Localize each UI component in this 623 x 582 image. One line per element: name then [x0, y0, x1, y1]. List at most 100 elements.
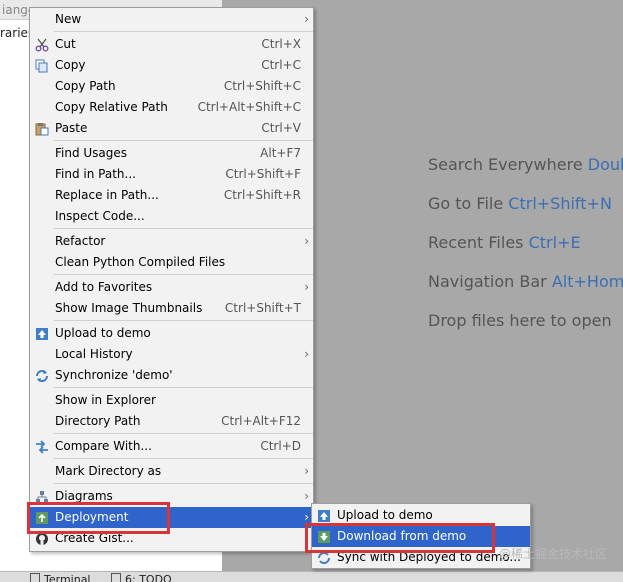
menu-item-shortcut: Ctrl+V: [261, 121, 301, 135]
hint-key: Ctrl+E: [528, 233, 581, 252]
menu-item-diagrams[interactable]: Diagrams ›: [30, 486, 313, 507]
menu-item-label: Cut: [55, 37, 76, 51]
chevron-right-icon: ›: [304, 489, 309, 503]
context-menu: New › Cut Ctrl+X Copy Ctrl+C Copy Path C…: [29, 7, 314, 552]
menu-item-new[interactable]: New ›: [30, 9, 313, 30]
menu-separator: [54, 433, 313, 434]
menu-separator: [54, 320, 313, 321]
menu-separator: [54, 228, 313, 229]
menu-item-label: Show in Explorer: [55, 393, 156, 407]
menu-separator: [54, 387, 313, 388]
hint-text: Search Everywhere: [428, 155, 583, 174]
menu-item-mark-directory-as[interactable]: Mark Directory as ›: [30, 461, 313, 482]
submenu-item-sync[interactable]: Sync with Deployed to demo...: [312, 547, 530, 568]
upload-icon: [36, 328, 48, 340]
menu-item-label: Upload to demo: [337, 508, 433, 522]
menu-item-directory-path[interactable]: Directory Path Ctrl+Alt+F12: [30, 411, 313, 432]
chevron-right-icon: ›: [304, 280, 309, 294]
menu-item-shortcut: Ctrl+C: [261, 58, 301, 72]
menu-item-shortcut: Ctrl+Shift+C: [223, 79, 301, 93]
terminal-tab[interactable]: Terminal: [30, 573, 91, 582]
menu-item-find-in-path[interactable]: Find in Path... Ctrl+Shift+F: [30, 164, 313, 185]
upload-icon: [318, 510, 330, 522]
submenu-item-upload[interactable]: Upload to demo: [312, 505, 530, 526]
menu-item-shortcut: Ctrl+Shift+F: [225, 167, 301, 181]
copy-icon: [35, 59, 48, 73]
chevron-right-icon: ›: [304, 347, 309, 361]
menu-item-synchronize[interactable]: Synchronize 'demo': [30, 365, 313, 386]
menu-item-show-in-explorer[interactable]: Show in Explorer: [30, 390, 313, 411]
todo-icon: [111, 573, 121, 582]
menu-item-replace-in-path[interactable]: Replace in Path... Ctrl+Shift+R: [30, 185, 313, 206]
menu-item-label: Download from demo: [337, 529, 467, 543]
watermark: @稀土掘金技术社区: [498, 547, 607, 561]
menu-item-copy-relative-path[interactable]: Copy Relative Path Ctrl+Alt+Shift+C: [30, 97, 313, 118]
menu-item-label: Copy Relative Path: [55, 100, 168, 114]
menu-item-create-gist[interactable]: Create Gist...: [30, 528, 313, 549]
menu-separator: [54, 274, 313, 275]
menu-item-copy[interactable]: Copy Ctrl+C: [30, 55, 313, 76]
menu-item-label: Find Usages: [55, 146, 128, 160]
menu-item-show-image-thumbnails[interactable]: Show Image Thumbnails Ctrl+Shift+T: [30, 298, 313, 319]
menu-item-label: New: [55, 12, 82, 26]
todo-tab[interactable]: 6: TODO: [111, 573, 172, 582]
menu-item-label: Mark Directory as: [55, 464, 162, 478]
menu-item-deployment[interactable]: Deployment ›: [30, 507, 313, 528]
menu-item-find-usages[interactable]: Find Usages Alt+F7: [30, 143, 313, 164]
menu-item-label: Inspect Code...: [55, 209, 145, 223]
hint-recent-files: Recent Files Ctrl+E: [428, 233, 581, 252]
diagram-icon: [36, 491, 48, 503]
paste-icon: [35, 123, 49, 136]
hint-go-to-file: Go to File Ctrl+Shift+N: [428, 194, 612, 213]
menu-separator: [54, 140, 313, 141]
bottom-toolbar: Terminal 6: TODO: [0, 571, 623, 582]
menu-item-label: Synchronize 'demo': [55, 368, 173, 382]
sync-icon: [36, 370, 48, 382]
submenu-item-download[interactable]: Download from demo: [312, 526, 530, 547]
menu-item-copy-path[interactable]: Copy Path Ctrl+Shift+C: [30, 76, 313, 97]
menu-item-upload-to-demo[interactable]: Upload to demo: [30, 323, 313, 344]
menu-item-shortcut: Ctrl+Alt+Shift+C: [197, 100, 301, 114]
menu-item-label: Deployment: [55, 510, 129, 524]
deployment-icon: [36, 512, 48, 524]
menu-item-shortcut: Ctrl+Shift+R: [223, 188, 301, 202]
menu-item-inspect-code[interactable]: Inspect Code...: [30, 206, 313, 227]
hint-navigation-bar: Navigation Bar Alt+Home: [428, 272, 623, 291]
menu-item-label: Compare With...: [55, 439, 152, 453]
menu-item-cut[interactable]: Cut Ctrl+X: [30, 34, 313, 55]
menu-item-label: Add to Favorites: [55, 280, 153, 294]
menu-item-label: Copy: [55, 58, 86, 72]
scissors-icon: [35, 38, 49, 52]
menu-item-compare-with[interactable]: Compare With... Ctrl+D: [30, 436, 313, 457]
hint-text: Go to File: [428, 194, 504, 213]
menu-separator: [54, 458, 313, 459]
hint-key: Doubl: [587, 155, 623, 174]
menu-item-local-history[interactable]: Local History ›: [30, 344, 313, 365]
sync-icon: [318, 552, 330, 564]
menu-item-refactor[interactable]: Refactor ›: [30, 231, 313, 252]
hint-key: Alt+Home: [551, 272, 623, 291]
menu-item-label: Replace in Path...: [55, 188, 159, 202]
menu-item-shortcut: Ctrl+Shift+T: [224, 301, 301, 315]
terminal-tab-label: Terminal: [44, 573, 91, 582]
menu-item-shortcut: Alt+F7: [260, 146, 301, 160]
hint-text: Drop files here to open: [428, 311, 612, 330]
menu-separator: [54, 31, 313, 32]
chevron-right-icon: ›: [304, 12, 309, 26]
hint-search-everywhere: Search Everywhere Doubl: [428, 155, 623, 174]
hint-text: Recent Files: [428, 233, 524, 252]
menu-item-label: Create Gist...: [55, 531, 134, 545]
menu-item-label: Local History: [55, 347, 133, 361]
menu-item-add-to-favorites[interactable]: Add to Favorites ›: [30, 277, 313, 298]
menu-item-paste[interactable]: Paste Ctrl+V: [30, 118, 313, 139]
menu-item-label: Diagrams: [55, 489, 113, 503]
menu-separator: [54, 483, 313, 484]
github-icon: [36, 533, 48, 545]
menu-item-clean-python[interactable]: Clean Python Compiled Files: [30, 252, 313, 273]
menu-item-shortcut: Ctrl+D: [260, 439, 301, 453]
menu-item-label: Paste: [55, 121, 88, 135]
menu-item-label: Copy Path: [55, 79, 116, 93]
hint-drop-files: Drop files here to open: [428, 311, 612, 330]
download-icon: [318, 531, 330, 543]
menu-item-label: Show Image Thumbnails: [55, 301, 203, 315]
